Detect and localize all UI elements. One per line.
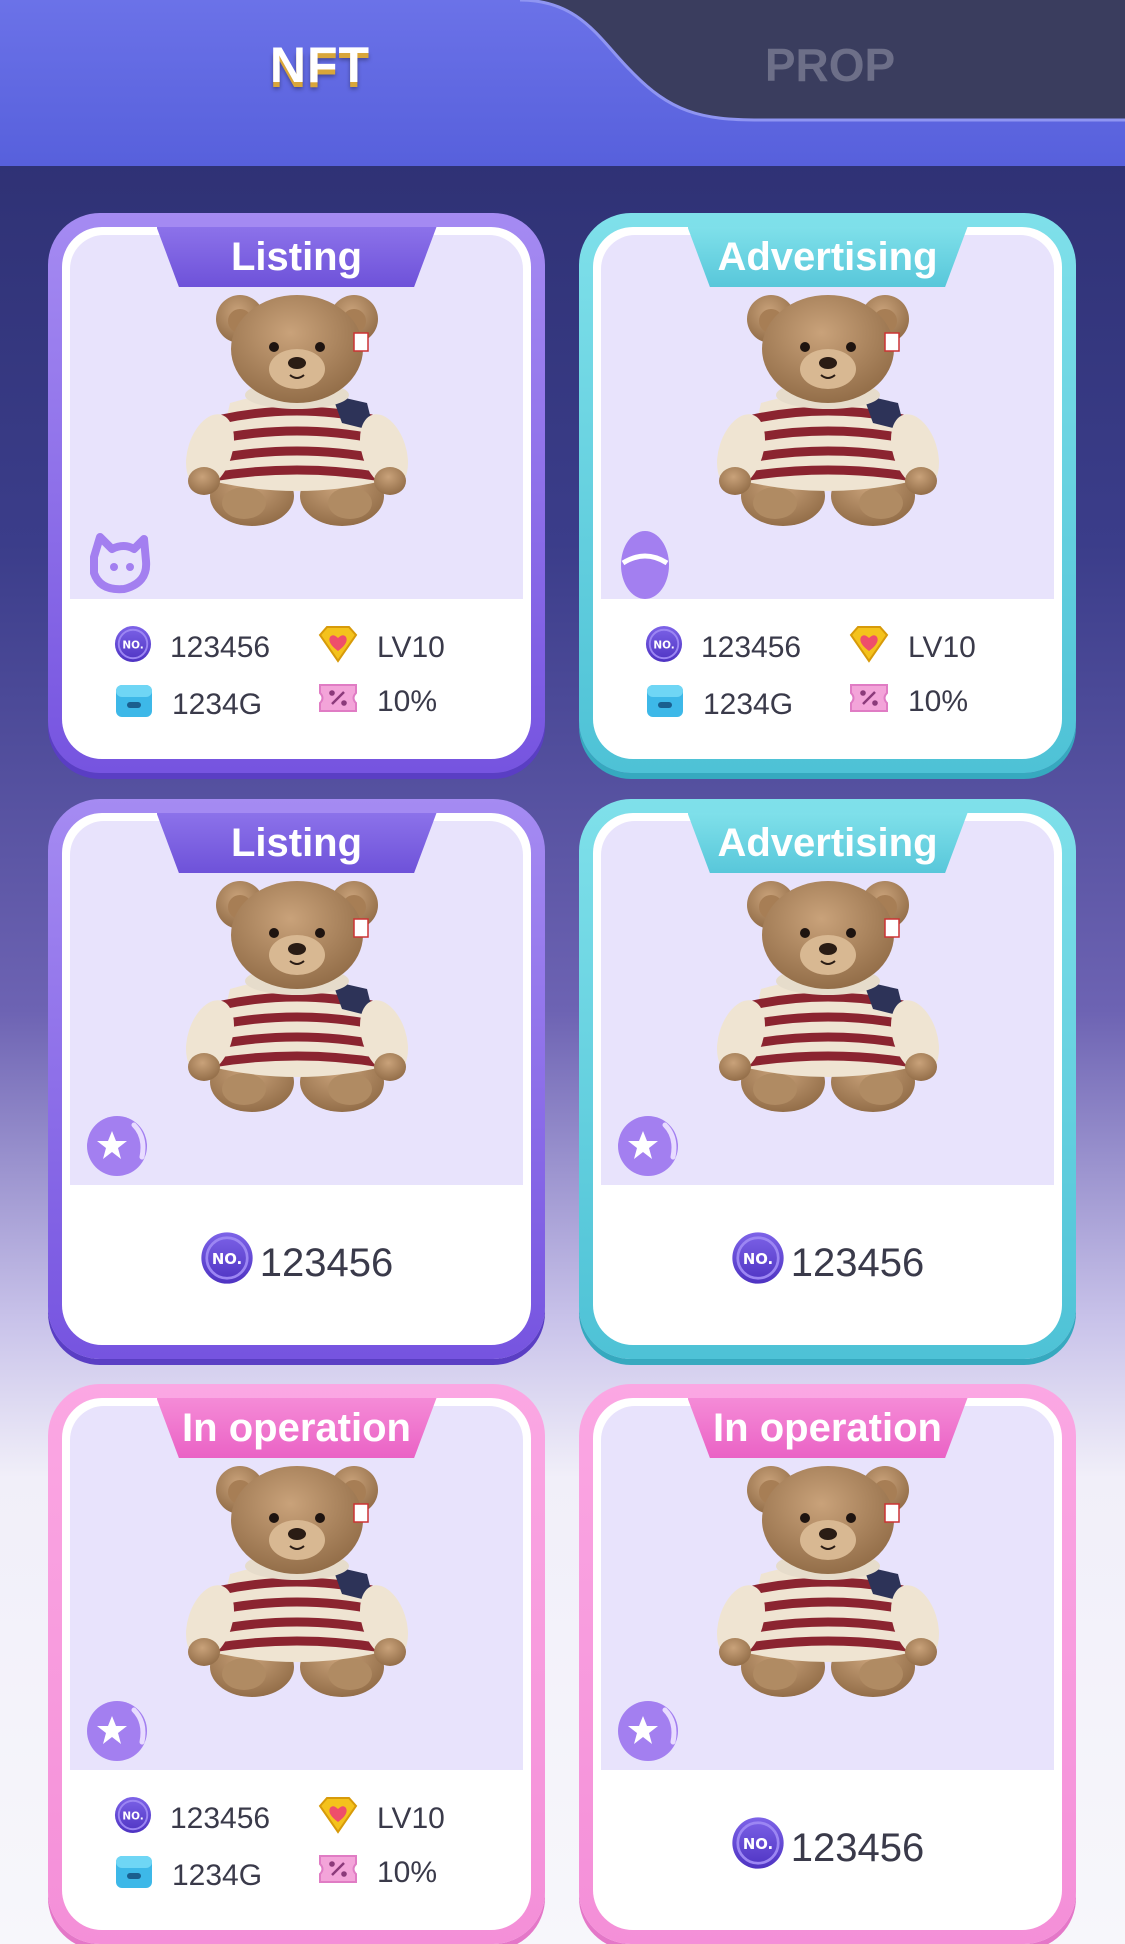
storage-box-icon — [645, 681, 685, 729]
percent-ticket-icon — [848, 681, 890, 723]
nft-card[interactable]: In operation — [48, 1384, 545, 1944]
no-badge-icon: NO. — [731, 1816, 785, 1880]
tab-bar: NFT PROP — [0, 0, 1125, 166]
nft-number: NO. 123456 — [593, 1223, 1062, 1303]
teddy-bear-image — [182, 291, 412, 536]
teddy-bear-image — [713, 1462, 943, 1707]
nft-card[interactable]: Advertising — [579, 213, 1076, 773]
stat-gold: 1234G — [645, 681, 793, 729]
storage-box-icon — [114, 681, 154, 729]
stat-level-value: LV10 — [908, 631, 976, 664]
nft-stats: NO. 123456 LV10 1234G 10% — [62, 1796, 531, 1916]
stat-rate: 10% — [848, 681, 968, 723]
percent-ticket-icon — [317, 1852, 359, 1894]
purple-star-orb-icon — [84, 1698, 150, 1769]
teddy-bear-image — [182, 1462, 412, 1707]
svg-text:NO.: NO. — [653, 639, 674, 651]
status-tag: Listing — [156, 227, 437, 287]
stat-number-value: 123456 — [170, 1802, 271, 1835]
stat-level: LV10 — [317, 1796, 445, 1842]
status-tag: In operation — [156, 1398, 437, 1458]
stat-gold-value: 1234G — [703, 688, 794, 721]
no-badge-icon: NO. — [114, 625, 152, 671]
heart-diamond-icon — [317, 1796, 359, 1842]
tab-prop[interactable]: PROP — [680, 30, 980, 100]
teddy-bear-image — [182, 877, 412, 1122]
stat-gold-value: 1234G — [172, 688, 263, 721]
no-badge-icon: NO. — [731, 1231, 785, 1295]
nft-card[interactable]: In operation — [579, 1384, 1076, 1944]
svg-text:NO.: NO. — [743, 1835, 773, 1853]
heart-diamond-icon — [848, 625, 890, 671]
svg-text:NO.: NO. — [212, 1250, 242, 1268]
nft-number-value: 123456 — [790, 1240, 925, 1285]
status-tag: Listing — [156, 813, 437, 873]
purple-star-orb-icon — [615, 1698, 681, 1769]
no-badge-icon: NO. — [645, 625, 683, 671]
nft-card[interactable]: Listing — [48, 213, 545, 773]
status-tag: Advertising — [687, 813, 968, 873]
teddy-bear-image — [713, 877, 943, 1122]
percent-ticket-icon — [317, 681, 359, 723]
tab-nft[interactable]: NFT — [170, 30, 470, 100]
nft-number: NO. 123456 — [62, 1223, 531, 1303]
nft-stats: NO. 123456 LV10 1234G 10% — [593, 625, 1062, 745]
stat-number-value: 123456 — [170, 631, 271, 664]
nft-number: NO. 123456 — [593, 1808, 1062, 1888]
purple-star-orb-icon — [615, 1113, 681, 1184]
nft-number-value: 123456 — [259, 1240, 394, 1285]
svg-text:NO.: NO. — [122, 639, 143, 651]
storage-box-icon — [114, 1852, 154, 1900]
stat-rate-value: 10% — [377, 1856, 438, 1889]
heart-diamond-icon — [317, 625, 359, 671]
purple-cat-icon — [84, 527, 154, 602]
no-badge-icon: NO. — [200, 1231, 254, 1295]
stat-rate-value: 10% — [377, 685, 438, 718]
teddy-bear-image — [713, 291, 943, 536]
stat-number: NO. 123456 — [114, 1796, 270, 1842]
stat-gold: 1234G — [114, 1852, 262, 1900]
stat-number-value: 123456 — [701, 631, 802, 664]
stat-rate: 10% — [317, 1852, 437, 1894]
svg-text:NO.: NO. — [122, 1810, 143, 1822]
svg-text:NO.: NO. — [743, 1250, 773, 1268]
stat-gold-value: 1234G — [172, 1859, 263, 1892]
nft-stats: NO. 123456 LV10 1234G 10% — [62, 625, 531, 745]
stat-rate: 10% — [317, 681, 437, 723]
nft-card[interactable]: Listing — [48, 799, 545, 1359]
nft-card[interactable]: Advertising — [579, 799, 1076, 1359]
purple-star-orb-icon — [84, 1113, 150, 1184]
status-tag: Advertising — [687, 227, 968, 287]
purple-egg-icon — [615, 527, 675, 608]
stat-level-value: LV10 — [377, 631, 445, 664]
stat-level-value: LV10 — [377, 1802, 445, 1835]
stat-level: LV10 — [848, 625, 976, 671]
no-badge-icon: NO. — [114, 1796, 152, 1842]
stat-number: NO. 123456 — [114, 625, 270, 671]
stat-number: NO. 123456 — [645, 625, 801, 671]
status-tag: In operation — [687, 1398, 968, 1458]
nft-number-value: 123456 — [790, 1825, 925, 1870]
stat-rate-value: 10% — [908, 685, 969, 718]
stat-level: LV10 — [317, 625, 445, 671]
stat-gold: 1234G — [114, 681, 262, 729]
